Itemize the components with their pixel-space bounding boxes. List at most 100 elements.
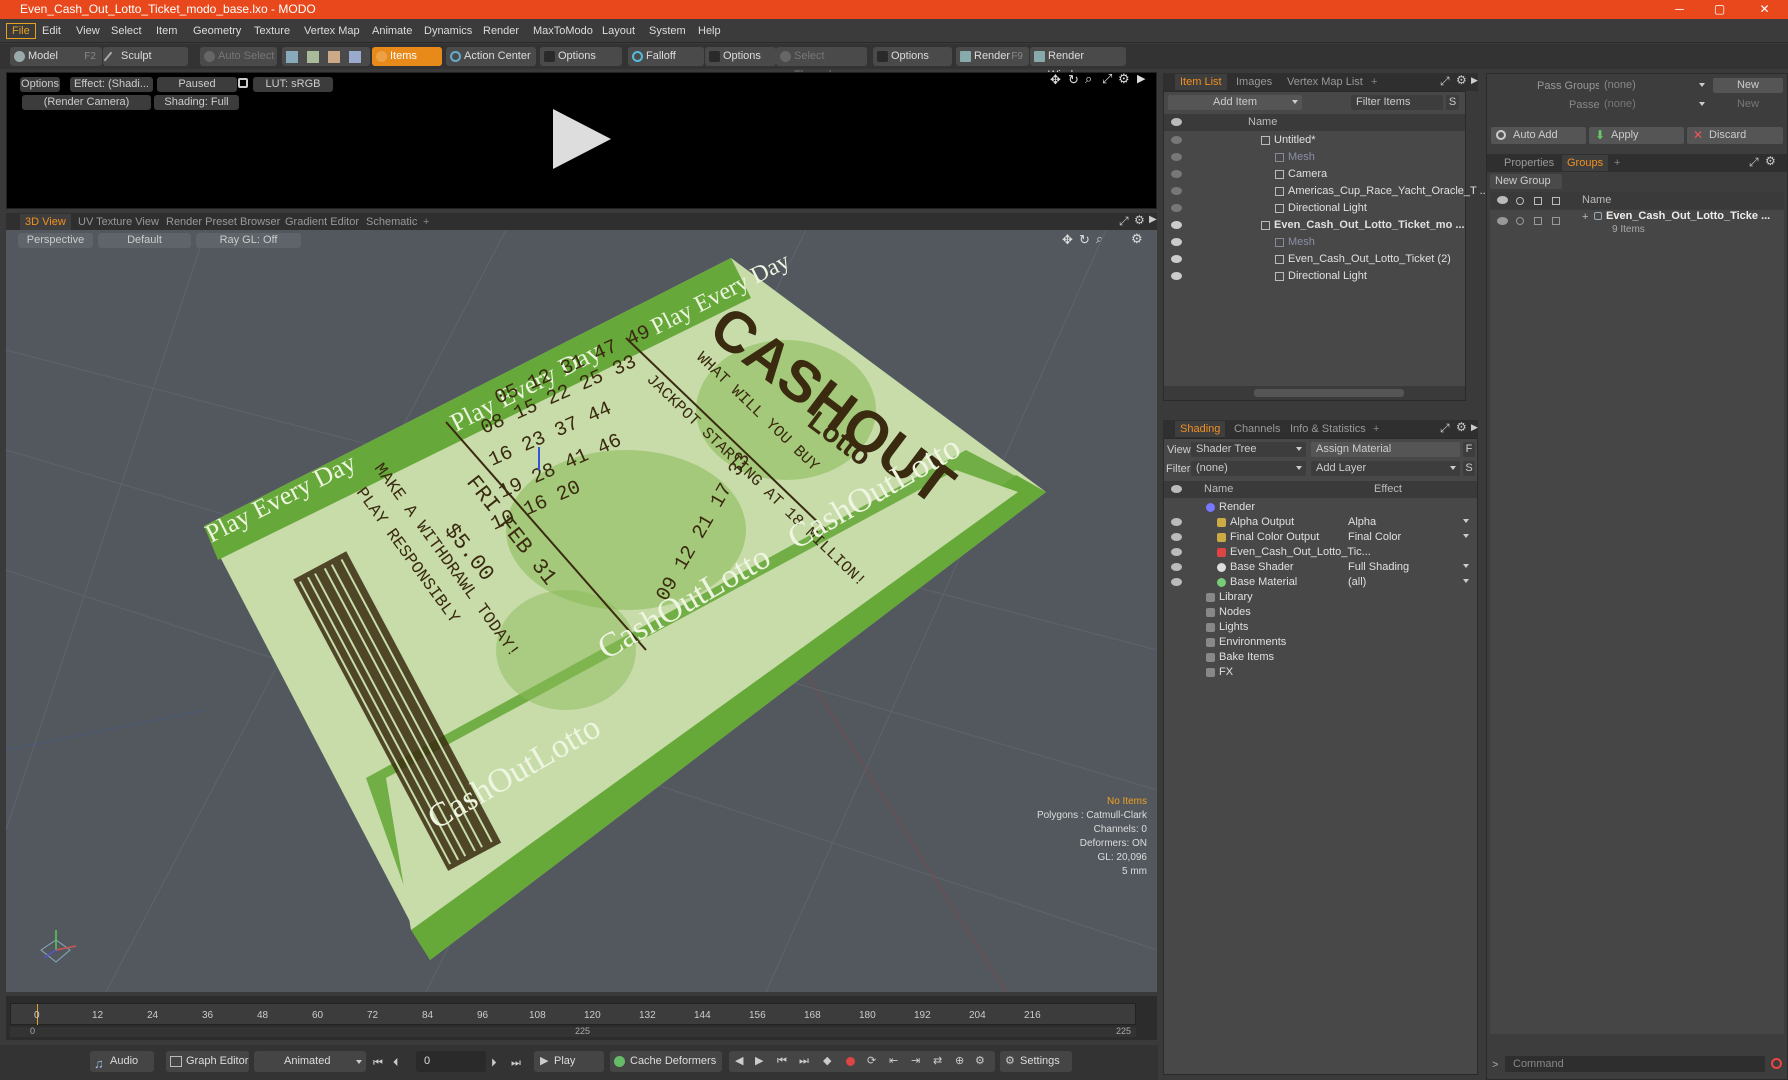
play-small-icon[interactable]: ▶ [1149,214,1157,225]
name-column-header[interactable]: Name [1582,192,1611,209]
assign-material-button[interactable]: Assign Material [1311,442,1460,457]
list-item[interactable]: Mesh [1164,234,1465,251]
gear-icon[interactable]: ⚙ [1765,154,1776,168]
tab-properties[interactable]: Properties [1499,155,1559,171]
pass-groups-dropdown[interactable]: (none) [1599,78,1709,93]
eye-icon[interactable] [1171,238,1182,246]
eye-icon[interactable] [1171,255,1182,263]
menu-system[interactable]: System [643,23,692,39]
key-next-icon[interactable]: ▶ [755,1051,763,1072]
tab-schematic[interactable]: Schematic [361,214,422,230]
tab-info-statistics[interactable]: Info & Statistics [1285,421,1371,437]
maximize-button[interactable]: ▢ [1697,0,1742,19]
loop-icon[interactable]: ⟳ [867,1051,876,1072]
eye-icon[interactable] [1171,153,1182,161]
last-key-icon[interactable]: ⏭ [799,1051,809,1072]
menu-select[interactable]: Select [105,23,148,39]
add-tab-icon[interactable]: + [1368,421,1384,437]
menu-dynamics[interactable]: Dynamics [418,23,478,39]
sculpt-button[interactable]: Sculpt [103,47,188,66]
tab-item-list[interactable]: Item List [1175,74,1227,90]
add-layer-dropdown[interactable]: Add Layer [1311,461,1460,476]
tab-shading[interactable]: Shading [1175,421,1226,437]
auto-select-button[interactable]: Auto Select [200,47,277,66]
list-item[interactable]: Americas_Cup_Race_Yacht_Oracle_T ... [1164,183,1489,200]
polygon-mode-icon[interactable] [328,51,340,63]
discard-button[interactable]: ✕ Discard [1687,127,1783,144]
preview-options-button[interactable]: Options [20,77,60,92]
select-through-options[interactable]: Options [873,47,952,66]
add-tab-icon[interactable]: + [1366,74,1382,90]
list-item[interactable]: Mesh [1164,149,1465,166]
view-dropdown[interactable]: Shader Tree [1191,442,1306,457]
select-through-button[interactable]: Select Through [776,47,867,81]
tab-images[interactable]: Images [1231,74,1277,90]
maximize-icon[interactable]: ⤢ [1749,155,1759,170]
eye-icon[interactable] [1171,170,1182,178]
shader-tree-item[interactable]: FX [1164,664,1477,681]
s-button[interactable]: S [1463,461,1475,476]
effect-dropdown[interactable]: Effect: (Shadi... [70,77,153,92]
gear-icon[interactable]: ⚙ [1118,71,1130,87]
list-item[interactable]: Untitled* [1164,132,1465,149]
tab-render-preset-browser[interactable]: Render Preset Browser [161,214,285,230]
maximize-icon[interactable]: ⤢ [1102,71,1112,87]
skip-start-icon[interactable]: ⏮ [373,1057,383,1070]
add-item-button[interactable]: Add Item [1168,95,1302,110]
menu-geometry[interactable]: Geometry [187,23,247,39]
eye-icon[interactable] [1171,563,1182,571]
eye-icon[interactable] [1171,518,1182,526]
chevron-down-icon[interactable] [1463,534,1469,538]
render-button[interactable]: Render F9 [956,47,1029,66]
effect-column-header[interactable]: Effect [1374,481,1402,498]
eye-icon[interactable] [1171,578,1182,586]
gear-icon[interactable]: ⚙ [1134,213,1145,227]
tab-vertex-map-list[interactable]: Vertex Map List [1282,74,1368,90]
eye-icon[interactable] [1171,204,1182,212]
key-prev-icon[interactable]: ◀ [735,1051,743,1072]
eye-icon[interactable] [1497,217,1508,225]
step-back-icon[interactable]: ⏴ [393,1057,399,1070]
list-item[interactable]: Directional Light [1164,200,1465,217]
first-key-icon[interactable]: ⏮ [777,1051,787,1072]
animated-dropdown[interactable]: Animated [254,1051,366,1072]
timeline-range-bar[interactable]: 0 225 225 [10,1026,1136,1037]
menu-vertex-map[interactable]: Vertex Map [298,23,366,39]
name-column-header[interactable]: Name [1204,481,1233,498]
items-mode-button[interactable]: Items [372,47,442,66]
zoom-icon[interactable]: ⌕ [1085,71,1092,87]
render-toggle-icon[interactable] [1516,217,1524,225]
apply-button[interactable]: ⬇ Apply [1589,127,1684,144]
scrollbar-thumb[interactable] [1254,389,1404,397]
filter-dropdown[interactable]: (none) [1191,461,1306,476]
falloff-options[interactable]: Options [705,47,776,66]
add-tab-icon[interactable]: + [418,214,434,230]
list-item[interactable]: Camera [1164,166,1465,183]
auto-add-button[interactable]: Auto Add [1491,127,1586,144]
menu-help[interactable]: Help [692,23,727,39]
menu-item[interactable]: Item [150,23,183,39]
play-small-icon[interactable]: ▶ [1471,422,1478,433]
shading-dropdown[interactable]: Shading: Full [154,95,239,110]
list-item[interactable]: Even_Cash_Out_Lotto_Ticket_mo ... [1164,217,1465,234]
s-button[interactable]: S [1446,95,1459,110]
settings-button[interactable]: ⚙ Settings [1000,1051,1072,1072]
maximize-icon[interactable]: ⤢ [1440,421,1450,436]
eye-icon[interactable] [1171,221,1182,229]
camera-dropdown[interactable]: (Render Camera) [22,95,151,110]
new-group-button[interactable]: New Group [1490,174,1562,189]
model-button[interactable]: Model F2 [10,47,102,66]
move-icon[interactable]: ✥ [1050,72,1061,88]
record-icon[interactable] [1771,1058,1782,1069]
menu-texture[interactable]: Texture [248,23,296,39]
eye-icon[interactable] [1171,533,1182,541]
chevron-down-icon[interactable] [1463,579,1469,583]
horizontal-scrollbar[interactable] [1164,386,1465,400]
name-column-header[interactable]: Name [1248,114,1277,131]
eye-icon[interactable] [1171,272,1182,280]
edge-mode-icon[interactable] [307,51,319,63]
tab-3d-view[interactable]: 3D View [20,214,71,230]
tab-uv-texture-view[interactable]: UV Texture View [73,214,164,230]
render-window-button[interactable]: Render Window [1030,47,1126,81]
new-pass-group-button[interactable]: New [1713,78,1783,93]
